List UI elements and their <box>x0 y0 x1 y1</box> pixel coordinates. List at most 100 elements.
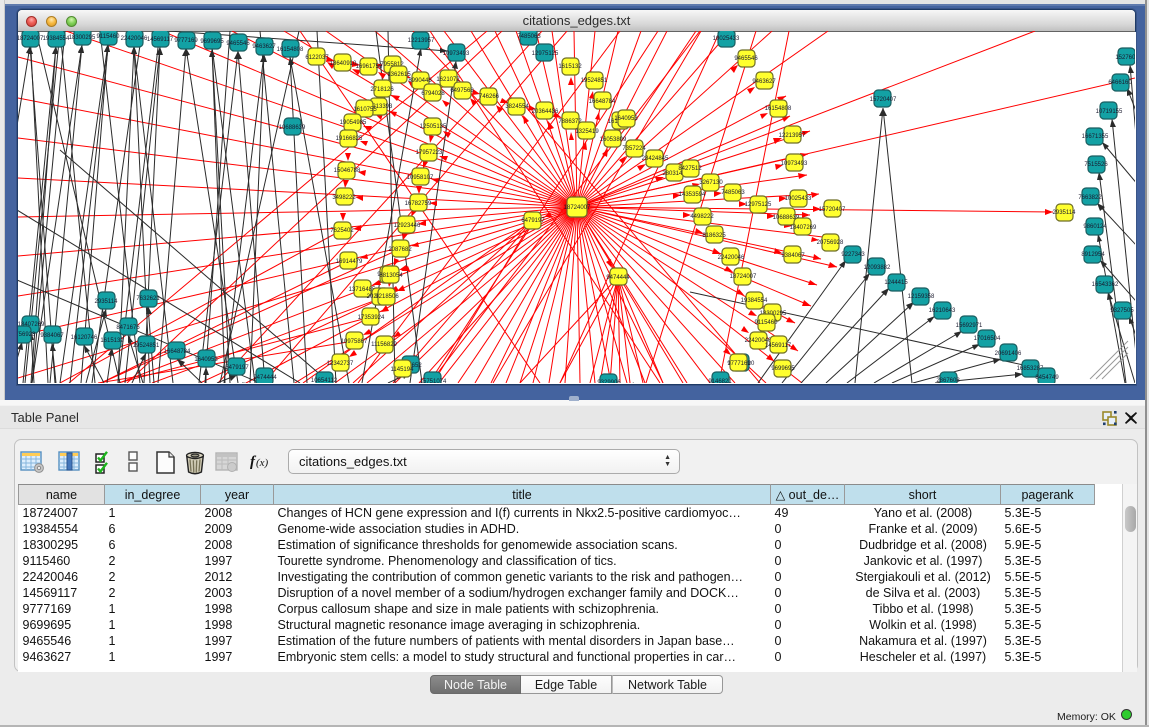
svg-text:9465546: 9465546 <box>734 56 758 62</box>
svg-text:8427512: 8427512 <box>678 166 702 172</box>
svg-text:10025433: 10025433 <box>713 36 740 42</box>
svg-text:17016504: 17016504 <box>974 336 1001 342</box>
svg-text:12213957: 12213957 <box>408 38 435 44</box>
svg-text:1640953: 1640953 <box>194 357 218 363</box>
svg-text:10688639: 10688639 <box>279 125 306 131</box>
svg-text:19524851: 19524851 <box>133 343 160 349</box>
svg-text:2867608: 2867608 <box>936 378 960 384</box>
svg-text:12975125: 12975125 <box>532 51 559 57</box>
svg-text:19384554: 19384554 <box>43 36 70 42</box>
svg-text:6466160: 6466160 <box>1108 80 1132 86</box>
svg-text:16961758: 16961758 <box>356 64 383 70</box>
svg-text:7625402: 7625402 <box>330 228 354 234</box>
svg-text:10025433: 10025433 <box>785 196 812 202</box>
svg-text:18300295: 18300295 <box>69 35 96 41</box>
svg-text:9115460: 9115460 <box>755 320 779 326</box>
svg-text:20691406: 20691406 <box>995 351 1022 357</box>
svg-text:16154808: 16154808 <box>277 47 304 53</box>
svg-text:9465546: 9465546 <box>226 41 250 47</box>
svg-text:6479197: 6479197 <box>521 218 545 224</box>
svg-text:16648784: 16648784 <box>589 99 616 105</box>
svg-text:18724007: 18724007 <box>730 274 757 280</box>
svg-text:9777169: 9777169 <box>174 38 198 44</box>
svg-text:16543362: 16543362 <box>1092 282 1119 288</box>
svg-text:3267130: 3267130 <box>699 180 723 186</box>
svg-text:28424845: 28424845 <box>642 156 669 162</box>
svg-text:11156829: 11156829 <box>371 342 397 348</box>
svg-text:1325419: 1325419 <box>575 129 599 135</box>
svg-text:18407269: 18407269 <box>790 225 817 231</box>
svg-text:10654112: 10654112 <box>311 378 338 384</box>
svg-text:1610755: 1610755 <box>353 107 377 113</box>
svg-text:14569117: 14569117 <box>765 343 792 349</box>
svg-text:9115460: 9115460 <box>97 34 121 40</box>
svg-text:18640910: 18640910 <box>330 61 357 67</box>
svg-text:9146821: 9146821 <box>708 379 732 385</box>
svg-text:9218506: 9218506 <box>375 294 399 300</box>
svg-text:16154808: 16154808 <box>765 106 792 112</box>
svg-text:7485063: 7485063 <box>517 34 541 40</box>
svg-text:1640953: 1640953 <box>614 116 638 122</box>
svg-text:15720407: 15720407 <box>819 207 846 213</box>
svg-text:17957223: 17957223 <box>416 150 443 156</box>
svg-text:6479197: 6479197 <box>225 365 249 371</box>
svg-text:2935114: 2935114 <box>1053 210 1077 216</box>
svg-text:3824554: 3824554 <box>505 104 529 110</box>
svg-text:8471676: 8471676 <box>116 325 140 331</box>
svg-text:9474444: 9474444 <box>606 275 630 281</box>
svg-text:8454749: 8454749 <box>1035 375 1059 381</box>
svg-text:17353924: 17353924 <box>358 315 385 321</box>
svg-text:1615132: 1615132 <box>100 338 124 344</box>
svg-text:15720407: 15720407 <box>870 97 897 103</box>
svg-text:2718126: 2718126 <box>370 87 394 93</box>
svg-text:7515526: 7515526 <box>1084 162 1108 168</box>
svg-text:8912954: 8912954 <box>1081 252 1105 258</box>
svg-text:12923446: 12923446 <box>394 223 421 229</box>
svg-text:9384067: 9384067 <box>781 253 805 259</box>
svg-text:12213957: 12213957 <box>779 133 806 139</box>
svg-text:10719155: 10719155 <box>1096 109 1123 115</box>
svg-text:(x): (x) <box>256 457 269 469</box>
svg-text:2935114: 2935114 <box>95 299 119 305</box>
svg-text:12159358: 12159358 <box>908 294 935 300</box>
svg-text:746266: 746266 <box>479 94 500 100</box>
svg-text:12342737: 12342737 <box>327 361 354 367</box>
svg-text:7632621: 7632621 <box>136 296 160 302</box>
svg-text:10973493: 10973493 <box>443 51 470 57</box>
svg-text:15692971: 15692971 <box>956 323 983 329</box>
svg-text:19524851: 19524851 <box>581 78 608 84</box>
svg-text:9699695: 9699695 <box>771 366 795 372</box>
svg-text:1615132: 1615132 <box>558 64 582 70</box>
svg-text:16914479: 16914479 <box>336 259 363 265</box>
svg-text:3498222: 3498222 <box>332 195 356 201</box>
svg-text:22420046: 22420046 <box>718 255 745 261</box>
svg-text:10975867: 10975867 <box>341 339 368 345</box>
svg-text:10958107: 10958107 <box>407 175 434 181</box>
svg-text:15751074: 15751074 <box>420 379 447 385</box>
svg-text:16648784: 16648784 <box>164 349 191 355</box>
svg-text:16671355: 16671355 <box>1082 134 1109 140</box>
svg-text:9860124: 9860124 <box>1083 224 1107 230</box>
svg-text:15046788: 15046788 <box>334 168 361 174</box>
svg-text:12975125: 12975125 <box>745 202 772 208</box>
svg-text:16120746: 16120746 <box>71 335 98 341</box>
svg-text:12093882: 12093882 <box>864 265 891 271</box>
svg-text:4498222: 4498222 <box>690 214 714 220</box>
svg-text:20364436: 20364436 <box>532 109 559 115</box>
svg-text:9463627: 9463627 <box>752 79 776 85</box>
svg-text:9463627: 9463627 <box>252 44 276 50</box>
svg-text:9384067: 9384067 <box>40 333 64 339</box>
svg-text:6497568: 6497568 <box>450 88 474 94</box>
svg-text:6122037: 6122037 <box>305 55 329 61</box>
svg-text:7663822: 7663822 <box>1078 195 1102 201</box>
svg-text:9699695: 9699695 <box>200 39 224 45</box>
svg-text:8813054: 8813054 <box>379 273 403 279</box>
svg-text:14569117: 14569117 <box>147 37 174 43</box>
svg-text:9227343: 9227343 <box>841 252 865 258</box>
svg-text:20756928: 20756928 <box>817 240 844 246</box>
svg-text:18724007: 18724007 <box>17 36 44 42</box>
svg-text:2087682: 2087682 <box>388 247 412 253</box>
svg-text:16210643: 16210643 <box>929 308 956 314</box>
svg-text:9329906: 9329906 <box>597 380 621 386</box>
svg-text:22420046: 22420046 <box>121 36 148 42</box>
